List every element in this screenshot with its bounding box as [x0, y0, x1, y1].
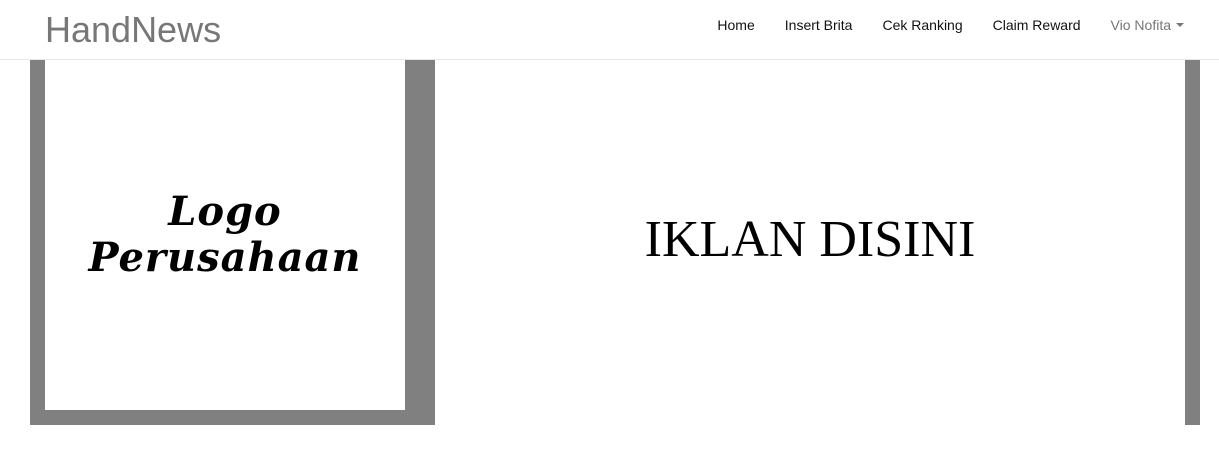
nav-item-home[interactable]: Home — [717, 17, 754, 33]
company-logo-image: Logo Perusahaan — [45, 60, 405, 410]
user-menu-dropdown[interactable]: Vio Nofita — [1111, 17, 1184, 33]
ad-text: IKLAN DISINI — [644, 211, 976, 268]
nav-menu: Home Insert Brita Cek Ranking Claim Rewa… — [687, 0, 1184, 50]
caret-down-icon — [1176, 23, 1184, 27]
logo-text-line2: Perusahaan — [88, 234, 362, 281]
company-logo-panel: Logo Perusahaan — [30, 60, 435, 425]
nav-item-claim-reward[interactable]: Claim Reward — [993, 17, 1081, 33]
logo-text-line1: Logo — [168, 188, 282, 235]
nav-item-cek-ranking[interactable]: Cek Ranking — [882, 17, 962, 33]
navbar: HandNews Home Insert Brita Cek Ranking C… — [0, 0, 1219, 60]
right-border-bar — [1185, 60, 1200, 425]
user-name: Vio Nofita — [1110, 17, 1171, 33]
advertisement-banner: IKLAN DISINI — [435, 60, 1185, 425]
brand-logo[interactable]: HandNews — [45, 8, 221, 52]
nav-item-insert-brita[interactable]: Insert Brita — [785, 17, 853, 33]
